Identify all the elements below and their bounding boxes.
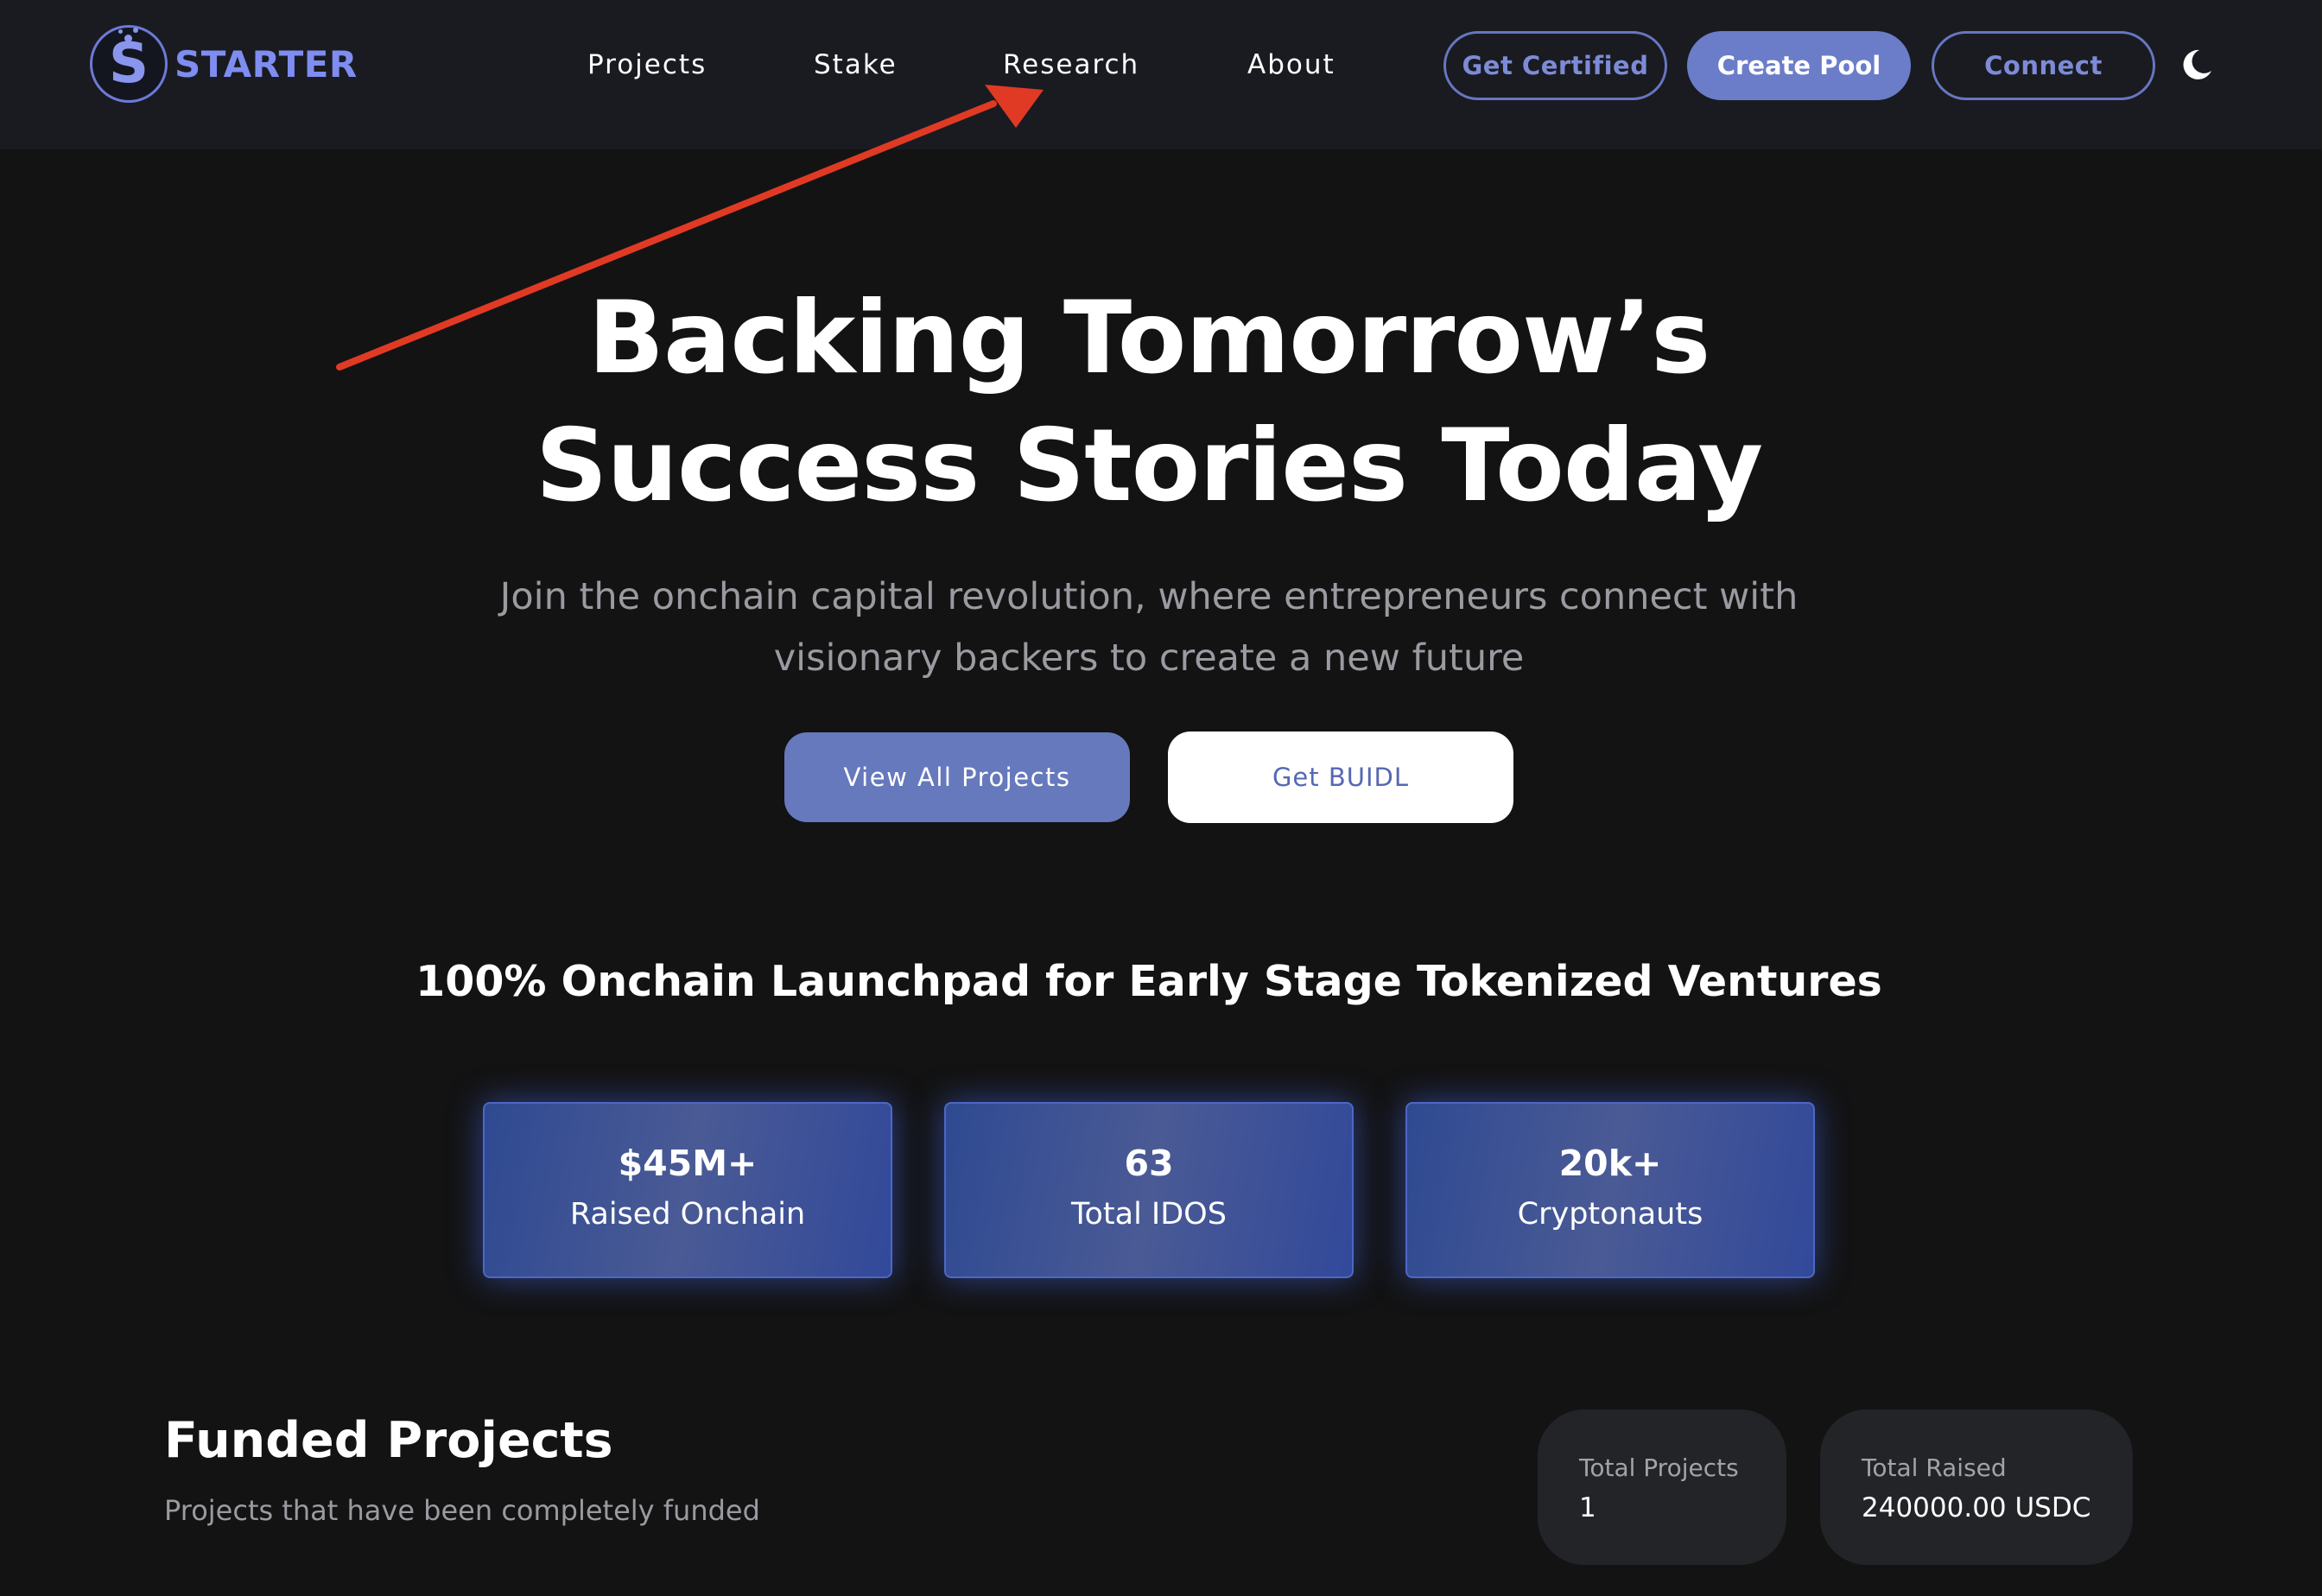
- total-projects-card: Total Projects 1: [1538, 1409, 1786, 1565]
- stat-label: Total IDOS: [1071, 1197, 1227, 1232]
- navbar: S STARTER Projects Stake Research About …: [0, 0, 2322, 149]
- view-all-projects-button[interactable]: View All Projects: [784, 732, 1130, 822]
- logo-icon: S: [90, 25, 168, 103]
- total-projects-value: 1: [1579, 1492, 1596, 1523]
- brand-name: STARTER: [174, 42, 358, 86]
- logo-letter: S: [108, 32, 149, 96]
- stat-value: 63: [1124, 1143, 1174, 1184]
- stat-card-cryptonauts: 20k+ Cryptonauts: [1405, 1102, 1815, 1278]
- stat-card-idos: 63 Total IDOS: [944, 1102, 1354, 1278]
- total-raised-value: 240000.00 USDC: [1862, 1492, 2091, 1523]
- brand-logo[interactable]: S STARTER: [90, 24, 358, 104]
- stat-label: Raised Onchain: [569, 1197, 806, 1232]
- hero-title-line2: Success Stories Today: [535, 408, 1763, 524]
- nav-link-stake[interactable]: Stake: [814, 45, 898, 85]
- create-pool-button[interactable]: Create Pool: [1687, 31, 1911, 100]
- launchpad-heading: 100% Onchain Launchpad for Early Stage T…: [416, 957, 1882, 1006]
- stat-label: Cryptonauts: [1517, 1197, 1703, 1232]
- page: S STARTER Projects Stake Research About …: [0, 0, 2322, 1596]
- connect-wallet-button[interactable]: Connect: [1932, 31, 2155, 100]
- nav-link-about[interactable]: About: [1247, 45, 1335, 85]
- hero-title-line1: Backing Tomorrow’s: [587, 280, 1711, 396]
- funded-projects-subtitle: Projects that have been completely funde…: [164, 1494, 760, 1527]
- hero-subtitle: Join the onchain capital revolution, whe…: [466, 567, 1831, 689]
- hero-title: Backing Tomorrow’s Success Stories Today: [0, 275, 2298, 530]
- stat-value: $45M+: [618, 1143, 758, 1184]
- stat-value: 20k+: [1558, 1143, 1662, 1184]
- annotation-arrow: [336, 85, 1044, 370]
- nav-link-projects[interactable]: Projects: [587, 45, 707, 85]
- stat-card-raised: $45M+ Raised Onchain: [483, 1102, 892, 1278]
- hero-subtitle-line2: visionary backers to create a new future: [773, 636, 1525, 680]
- total-raised-card: Total Raised 240000.00 USDC: [1820, 1409, 2133, 1565]
- get-buidl-button[interactable]: Get BUIDL: [1168, 732, 1513, 823]
- total-raised-label: Total Raised: [1862, 1454, 2007, 1482]
- get-certified-button[interactable]: Get Certified: [1443, 31, 1667, 100]
- moon-icon[interactable]: [2179, 47, 2215, 83]
- funded-projects-title: Funded Projects: [164, 1412, 613, 1469]
- hero-subtitle-line1: Join the onchain capital revolution, whe…: [499, 575, 1799, 618]
- nav-link-research[interactable]: Research: [1003, 45, 1139, 85]
- total-projects-label: Total Projects: [1579, 1454, 1739, 1482]
